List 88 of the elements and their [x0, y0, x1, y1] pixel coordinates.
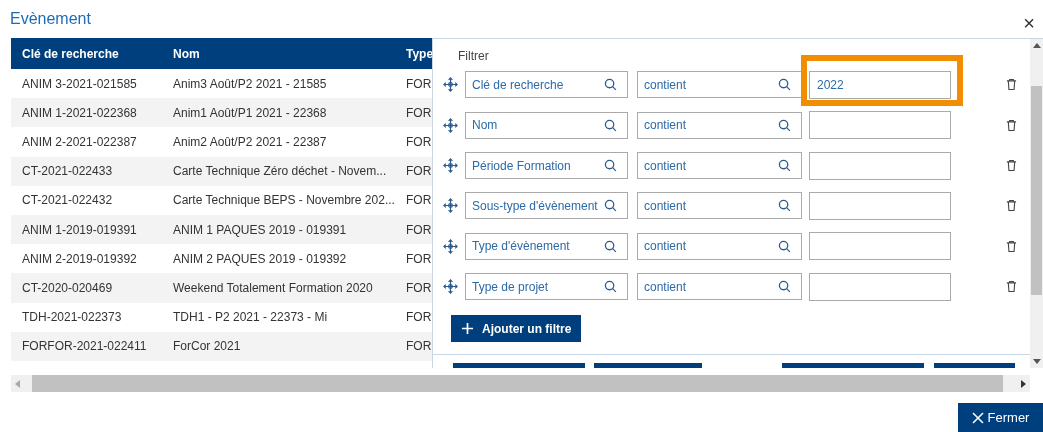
search-icon [604, 239, 617, 253]
trash-icon[interactable] [1006, 159, 1017, 173]
search-icon [604, 159, 617, 173]
value-field[interactable] [809, 151, 951, 180]
table-cell: FOR [406, 134, 432, 149]
trash-icon[interactable] [1006, 239, 1017, 253]
table-cell-text: ANIM 2-2021-022387 [21, 134, 138, 149]
column-header[interactable]: Clé de recherche [11, 46, 173, 61]
search-icon [604, 78, 617, 92]
table-cell-text: ANIM 1-2021-022368 [21, 105, 138, 120]
column-header[interactable]: Nom [173, 46, 406, 61]
trash-icon[interactable] [1006, 78, 1017, 92]
operator-select[interactable]: contient [637, 152, 802, 180]
field-select[interactable]: Sous-type d'évènement [465, 192, 628, 220]
field-select[interactable]: Type d'évènement [465, 232, 628, 260]
trash-icon[interactable] [1006, 118, 1017, 132]
move-icon[interactable] [443, 279, 458, 295]
field-select[interactable]: Nom [465, 111, 628, 139]
search-icon [604, 118, 617, 132]
field-select[interactable]: Type de projet [465, 273, 628, 301]
value-field[interactable]: 2022 [809, 70, 951, 99]
operator-select[interactable]: contient [637, 71, 802, 99]
value-field[interactable] [809, 232, 951, 261]
table-cell: FOR [406, 222, 432, 237]
table-cell-text: Anim3 Août/P2 2021 - 21585 [173, 76, 328, 91]
horizontal-scrollbar[interactable] [11, 375, 1030, 392]
table-cell-text: Carte Technique Zéro déchet - Novem... [173, 164, 388, 179]
search-icon [778, 118, 791, 132]
button-edge[interactable] [453, 363, 585, 369]
move-icon[interactable] [443, 158, 458, 174]
table-cell-text: CT-2021-022432 [21, 193, 114, 208]
window-title: Evènement [10, 10, 91, 28]
button-edge[interactable] [594, 363, 702, 369]
search-icon [778, 280, 791, 294]
table-cell-text: ForCor 2021 [173, 339, 242, 354]
table-cell: FOR [406, 76, 432, 91]
vertical-scrollbar[interactable] [1030, 39, 1043, 368]
close-button[interactable]: Fermer [958, 403, 1043, 432]
operator-select[interactable]: contient [637, 232, 802, 260]
table-cell-text: CT-2020-020469 [21, 280, 114, 295]
table-cell-text: TDH-2021-022373 [21, 310, 123, 325]
search-icon [778, 159, 791, 173]
trash-icon[interactable] [1006, 199, 1017, 213]
search-icon [778, 78, 791, 92]
close-icon [971, 411, 984, 424]
table-cell: FOR [406, 105, 432, 120]
operator-select[interactable]: contient [637, 273, 802, 301]
move-icon[interactable] [443, 77, 458, 93]
search-icon [604, 199, 617, 213]
table-cell: FOR [406, 339, 432, 354]
button-edge[interactable] [934, 363, 1015, 369]
operator-select[interactable]: contient [637, 192, 802, 220]
table-cell-text: CT-2021-022433 [21, 164, 114, 179]
table-cell-text: Weekend Totalement Formation 2020 [173, 280, 374, 295]
filter-title: Filtrer [458, 49, 490, 65]
table-cell: FOR [406, 280, 432, 295]
search-icon [604, 280, 617, 294]
value-field[interactable] [809, 192, 951, 220]
table-cell-text: Carte Technique BEPS - Novembre 202... [173, 193, 396, 208]
table-cell-text: ANIM 2-2019-019392 [21, 251, 138, 266]
table-cell-text: ANIM 1 PAQUES 2019 - 019391 [173, 222, 348, 237]
field-select[interactable]: Clé de recherche [465, 71, 628, 99]
column-header[interactable]: Type [406, 46, 432, 61]
table-cell: FOR [406, 310, 432, 325]
search-icon [778, 199, 791, 213]
field-select[interactable]: Période Formation [465, 152, 628, 180]
table-cell-text: Anim2 Août/P2 2021 - 22387 [173, 134, 328, 149]
move-icon[interactable] [443, 238, 458, 254]
table-cell-text: Anim1 Août/P1 2021 - 22368 [173, 105, 328, 120]
table-cell-text: ANIM 3-2021-021585 [21, 76, 138, 91]
table-cell: FOR [406, 251, 432, 266]
add-filter-button[interactable]: Ajouter un filtre [451, 315, 582, 343]
operator-select[interactable]: contient [637, 111, 802, 139]
button-edge[interactable] [782, 363, 924, 369]
value-field[interactable] [809, 272, 951, 301]
plus-icon [461, 322, 474, 336]
table-cell-text: ANIM 2 PAQUES 2019 - 019392 [173, 251, 348, 266]
table-cell: FOR [406, 193, 432, 208]
search-icon [778, 239, 791, 253]
value-field[interactable] [809, 111, 951, 140]
table-cell-text: FORFOR-2021-022411 [21, 339, 148, 354]
move-icon[interactable] [443, 117, 458, 133]
trash-icon[interactable] [1006, 280, 1017, 294]
close-button[interactable]: × [1023, 14, 1043, 32]
table-cell-text: TDH1 - P2 2021 - 22373 - Mi [173, 310, 329, 325]
table-cell: FOR [406, 164, 432, 179]
move-icon[interactable] [443, 198, 458, 214]
table-cell-text: ANIM 1-2019-019391 [21, 222, 138, 237]
